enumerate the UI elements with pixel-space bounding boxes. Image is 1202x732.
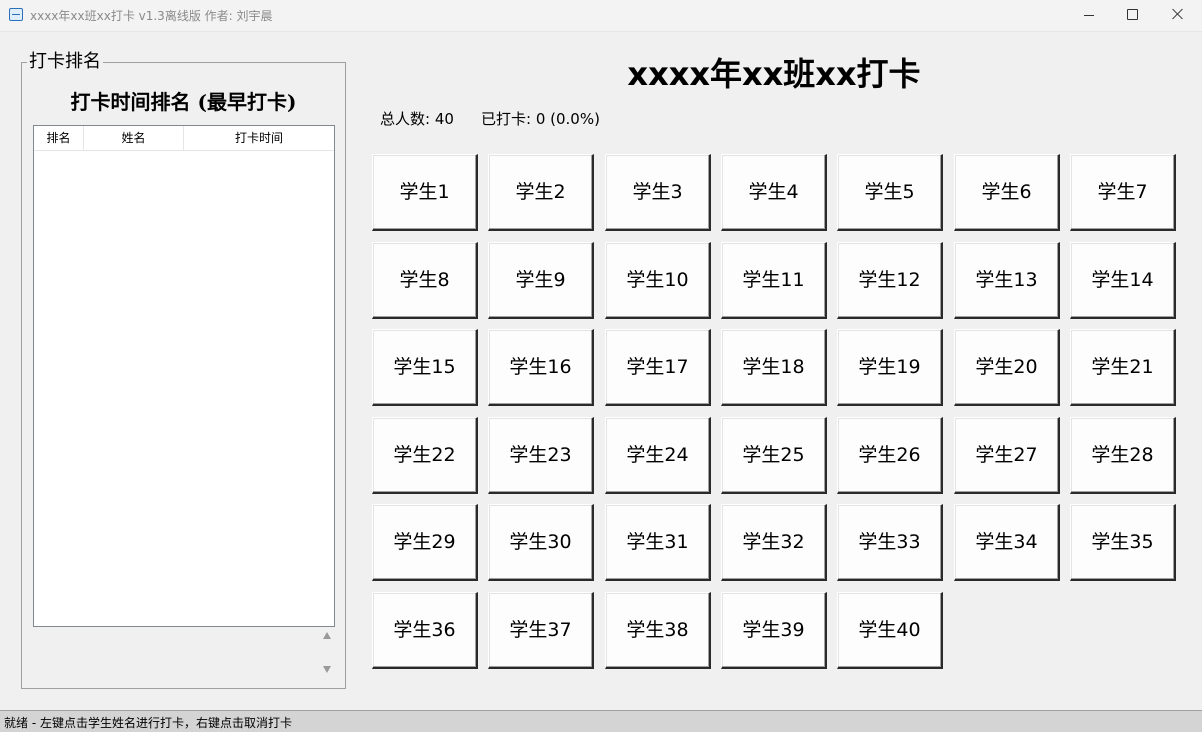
student-button[interactable]: 学生23 (488, 417, 594, 494)
student-button[interactable]: 学生9 (488, 242, 594, 319)
student-button[interactable]: 学生36 (372, 592, 478, 669)
student-button[interactable]: 学生31 (605, 504, 711, 581)
student-button[interactable]: 学生3 (605, 154, 711, 231)
ranking-group-label: 打卡排名 (27, 51, 103, 73)
student-button[interactable]: 学生24 (605, 417, 711, 494)
column-header-time[interactable]: 打卡时间 (184, 126, 334, 150)
student-button[interactable]: 学生40 (837, 592, 943, 669)
minimize-button[interactable] (1066, 0, 1112, 31)
student-button[interactable]: 学生26 (837, 417, 943, 494)
app-icon (9, 8, 23, 21)
student-button[interactable]: 学生11 (721, 242, 827, 319)
maximize-button[interactable] (1109, 0, 1155, 31)
student-button[interactable]: 学生29 (372, 504, 478, 581)
title-bar[interactable]: xxxx年xx班xx打卡 v1.3离线版 作者: 刘宇晨 (0, 0, 1202, 32)
status-bar: 就绪 - 左键点击学生姓名进行打卡，右键点击取消打卡 (0, 710, 1202, 732)
student-button[interactable]: 学生35 (1070, 504, 1176, 581)
student-button[interactable]: 学生1 (372, 154, 478, 231)
student-button[interactable]: 学生39 (721, 592, 827, 669)
scroll-down-icon[interactable] (323, 666, 331, 673)
student-button[interactable]: 学生8 (372, 242, 478, 319)
checked-count-label: 已打卡: 0 (0.0%) (481, 110, 600, 128)
close-icon (1172, 8, 1184, 20)
student-button[interactable]: 学生20 (954, 329, 1060, 406)
student-button[interactable]: 学生19 (837, 329, 943, 406)
student-button[interactable]: 学生4 (721, 154, 827, 231)
student-button-grid: 学生1 学生2 学生3 学生4 学生5 学生6 学生7 学生8 学生9 学生10 学生11 学生12 学… (372, 154, 1188, 674)
ranking-table-header: 排名 姓名 打卡时间 (34, 126, 334, 151)
student-button[interactable]: 学生16 (488, 329, 594, 406)
student-button[interactable]: 学生17 (605, 329, 711, 406)
column-header-name[interactable]: 姓名 (84, 126, 184, 150)
student-button[interactable]: 学生2 (488, 154, 594, 231)
student-button[interactable]: 学生13 (954, 242, 1060, 319)
close-button[interactable] (1155, 0, 1201, 31)
ranking-scrollbar[interactable] (319, 628, 335, 678)
student-button[interactable]: 学生12 (837, 242, 943, 319)
student-button[interactable]: 学生27 (954, 417, 1060, 494)
student-button[interactable]: 学生37 (488, 592, 594, 669)
scroll-up-icon[interactable] (323, 632, 331, 639)
column-header-rank[interactable]: 排名 (34, 126, 84, 150)
student-button[interactable]: 学生22 (372, 417, 478, 494)
maximize-icon (1127, 9, 1138, 20)
app-window: xxxx年xx班xx打卡 v1.3离线版 作者: 刘宇晨 打卡排名 打卡时间排名… (0, 0, 1202, 732)
ranking-heading: 打卡时间排名 (最早打卡) (70, 90, 297, 114)
student-button[interactable]: 学生10 (605, 242, 711, 319)
total-count-label: 总人数: 40 (380, 110, 454, 128)
window-title: xxxx年xx班xx打卡 v1.3离线版 作者: 刘宇晨 (30, 9, 273, 23)
student-button[interactable]: 学生28 (1070, 417, 1176, 494)
page-title: xxxx年xx班xx打卡 (627, 55, 921, 93)
student-button[interactable]: 学生21 (1070, 329, 1176, 406)
student-button[interactable]: 学生7 (1070, 154, 1176, 231)
student-button[interactable]: 学生25 (721, 417, 827, 494)
student-button[interactable]: 学生6 (954, 154, 1060, 231)
status-text: 就绪 - 左键点击学生姓名进行打卡，右键点击取消打卡 (4, 716, 292, 730)
minimize-icon (1084, 15, 1094, 16)
student-button[interactable]: 学生33 (837, 504, 943, 581)
student-button[interactable]: 学生14 (1070, 242, 1176, 319)
student-button[interactable]: 学生32 (721, 504, 827, 581)
student-button[interactable]: 学生30 (488, 504, 594, 581)
student-button[interactable]: 学生38 (605, 592, 711, 669)
ranking-table[interactable]: 排名 姓名 打卡时间 (33, 125, 335, 627)
student-button[interactable]: 学生15 (372, 329, 478, 406)
student-button[interactable]: 学生34 (954, 504, 1060, 581)
student-button[interactable]: 学生18 (721, 329, 827, 406)
student-button[interactable]: 学生5 (837, 154, 943, 231)
